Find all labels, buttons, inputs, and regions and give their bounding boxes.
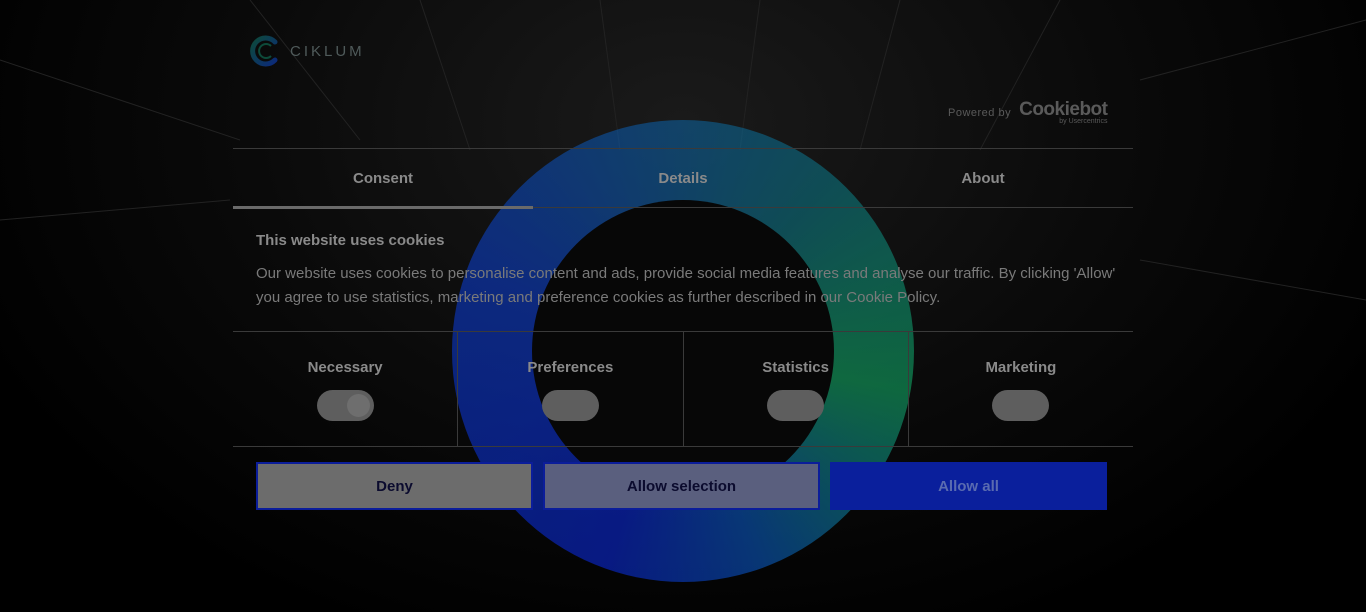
toggle-label-marketing: Marketing <box>985 359 1057 376</box>
tab-consent[interactable]: Consent <box>233 149 533 209</box>
consent-heading: This website uses cookies <box>256 232 445 249</box>
consent-description: Our website uses cookies to personalise … <box>256 265 1116 306</box>
switch-knob <box>346 394 370 417</box>
powered-by-cookiebot[interactable]: Powered by Cookiebot by Usercentrics <box>948 99 1108 125</box>
marketing-switch[interactable] <box>992 390 1050 421</box>
ciklum-c-logo-icon <box>250 35 278 67</box>
toggle-marketing: Marketing <box>909 332 1133 446</box>
tab-details[interactable]: Details <box>533 149 833 207</box>
toggle-label-statistics: Statistics <box>762 359 829 376</box>
powered-by-label: Powered by <box>948 106 1012 119</box>
cookiebot-logo: Cookiebot by Usercentrics <box>1019 99 1108 125</box>
toggle-label-preferences: Preferences <box>527 359 614 376</box>
cookie-category-toggles: Necessary Preferences Statistics Marketi… <box>233 331 1133 447</box>
cookie-consent-page: CIKLUM Powered by Cookiebot by Usercentr… <box>0 0 1366 612</box>
preferences-switch[interactable] <box>541 390 599 421</box>
toggle-preferences: Preferences <box>458 332 684 446</box>
allow-all-button[interactable]: Allow all <box>830 462 1107 510</box>
necessary-switch[interactable] <box>316 390 374 421</box>
deny-button[interactable]: Deny <box>256 462 533 510</box>
cookiebot-sub: by Usercentrics <box>1059 118 1108 125</box>
statistics-switch[interactable] <box>767 390 825 421</box>
tab-about[interactable]: About <box>833 149 1133 207</box>
cookiebot-name: Cookiebot <box>1019 99 1108 120</box>
toggle-label-necessary: Necessary <box>307 359 383 376</box>
consent-tabs: Consent Details About <box>233 148 1133 209</box>
brand-logo: CIKLUM <box>248 34 365 68</box>
toggle-statistics: Statistics <box>684 332 909 446</box>
brand-name: CIKLUM <box>290 42 365 60</box>
consent-buttons: Deny Allow selection Allow all <box>256 462 1107 510</box>
toggle-necessary: Necessary <box>233 332 459 446</box>
allow-selection-button[interactable]: Allow selection <box>543 462 820 510</box>
